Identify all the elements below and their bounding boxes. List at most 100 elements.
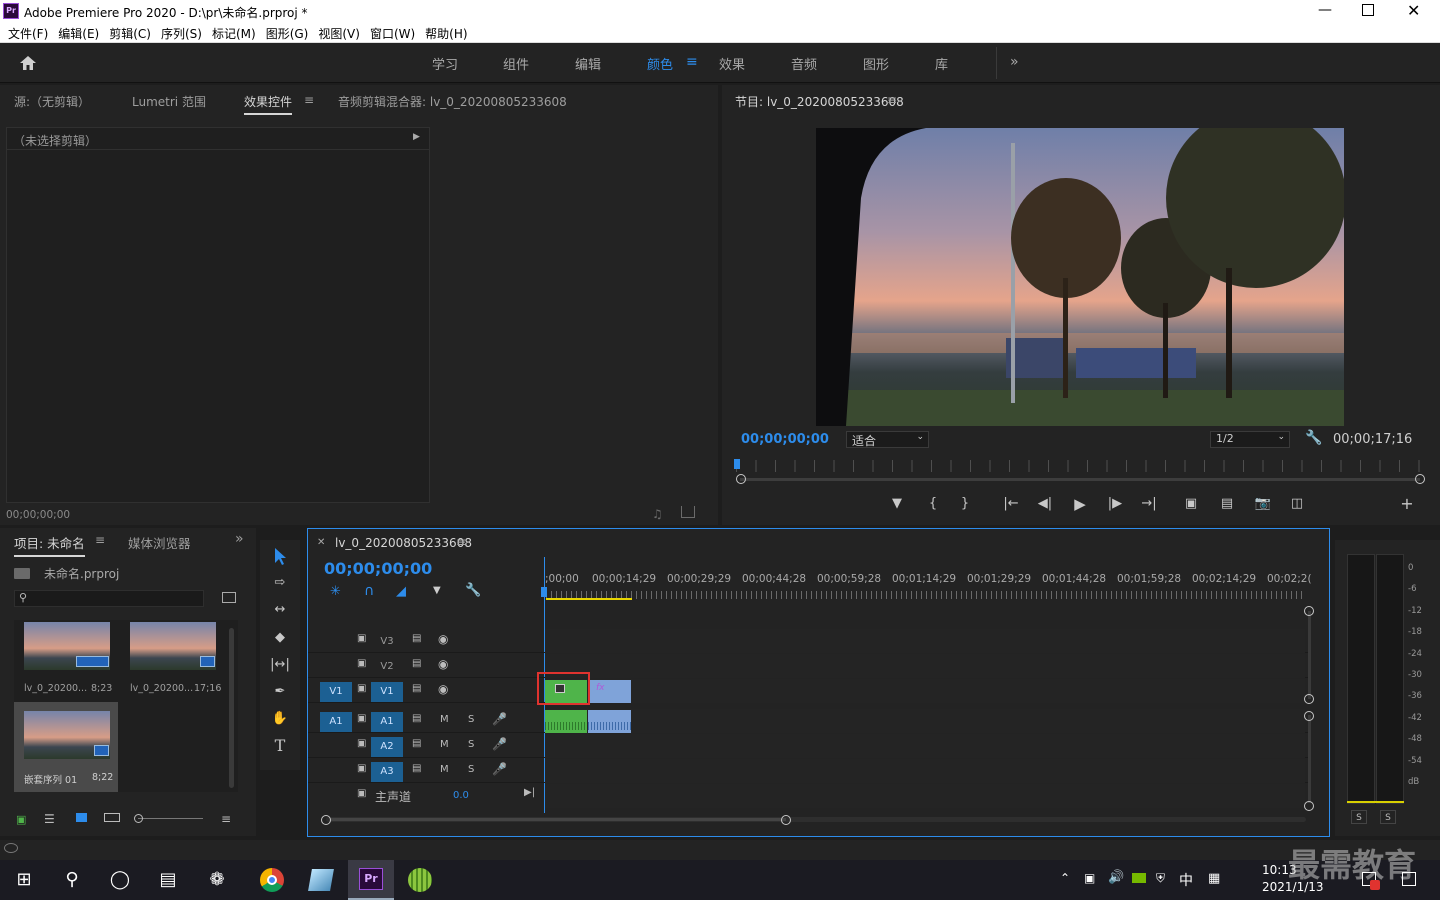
zoom-scrollbar[interactable] (740, 478, 1420, 481)
windows-start-icon[interactable]: ⊞ (10, 868, 38, 892)
microphone-icon[interactable]: 🎤 (492, 762, 507, 776)
ripple-edit-tool-icon[interactable]: ↔ (270, 601, 290, 619)
playhead-marker[interactable] (734, 459, 740, 469)
menu-view[interactable]: 视图(V) (313, 22, 365, 42)
sort-icon[interactable]: ≡ (221, 812, 231, 826)
project-item-clip-1[interactable]: lv_0_20200... 8;23 (16, 622, 116, 702)
track-lock-icon[interactable]: ▣ (357, 713, 366, 724)
linked-selection-icon[interactable]: ◢ (396, 584, 406, 599)
close-sequence-icon[interactable]: ✕ (317, 537, 325, 548)
play-icon[interactable]: ▶ (1070, 495, 1090, 513)
search-icon[interactable]: ⚲ (58, 868, 86, 892)
track-name-a2[interactable]: A2 (371, 737, 403, 757)
menu-help[interactable]: 帮助(H) (420, 22, 472, 42)
step-forward-icon[interactable]: |▶ (1105, 495, 1125, 513)
mute-button[interactable]: M (440, 714, 449, 725)
scroll-handle[interactable] (1304, 801, 1314, 811)
freeform-view-icon[interactable] (104, 813, 120, 822)
step-back-icon[interactable]: ◀| (1035, 495, 1055, 513)
project-item-clip-2[interactable]: lv_0_20200... 17;16 (122, 622, 222, 702)
work-area-bar[interactable] (546, 598, 632, 600)
notepad-app-icon[interactable] (308, 869, 334, 891)
audio-track-scroll[interactable] (1308, 715, 1311, 803)
mark-in-icon[interactable]: { (923, 495, 943, 513)
microphone-icon[interactable]: 🎤 (492, 712, 507, 726)
snap-icon[interactable]: ∩ (364, 583, 374, 599)
video-track-scroll[interactable] (1308, 611, 1311, 699)
minimize-icon[interactable]: — (1318, 0, 1332, 22)
sync-lock-icon[interactable]: ▤ (412, 738, 421, 749)
menu-graphics[interactable]: 图形(G) (261, 22, 314, 42)
video-clip[interactable]: fx (588, 680, 631, 703)
panel-menu-icon[interactable]: ≡ (304, 93, 314, 107)
nest-toggle-icon[interactable]: ✳ (330, 584, 341, 599)
track-name-v3[interactable]: V3 (371, 632, 403, 652)
go-to-in-icon[interactable]: |← (1001, 495, 1021, 513)
scroll-handle[interactable] (1304, 711, 1314, 721)
comparison-view-icon[interactable]: ◫ (1287, 495, 1307, 513)
add-marker-icon[interactable]: ▼ (887, 495, 907, 513)
audio-clip-nested[interactable] (545, 710, 587, 733)
volume-icon[interactable]: 🔊 (1108, 870, 1124, 885)
program-time-ruler[interactable] (736, 460, 1426, 472)
microphone-icon[interactable]: 🎤 (492, 737, 507, 751)
pinwheel-app-icon[interactable]: ❁ (203, 868, 231, 892)
close-icon[interactable]: ✕ (1407, 0, 1420, 22)
track-lane[interactable] (545, 629, 1305, 653)
workspace-assembly[interactable]: 组件 (503, 54, 529, 73)
scroll-handle[interactable] (1304, 606, 1314, 616)
zoom-slider-knob[interactable] (134, 814, 143, 823)
eye-icon[interactable]: ◉ (438, 657, 448, 671)
eye-icon[interactable]: ◉ (438, 682, 448, 696)
go-to-out-icon[interactable]: →| (1139, 495, 1159, 513)
menu-edit[interactable]: 编辑(E) (53, 22, 104, 42)
extract-icon[interactable]: ▤ (1217, 495, 1237, 513)
hand-tool-icon[interactable]: ✋ (270, 710, 290, 728)
sync-lock-icon[interactable]: ▤ (412, 633, 421, 644)
resolution-dropdown[interactable]: 1/2 ⌄ (1210, 431, 1290, 448)
keyboard-icon[interactable]: ▦ (1208, 871, 1220, 886)
menu-window[interactable]: 窗口(W) (365, 22, 420, 42)
tray-chevron-icon[interactable]: ⌃ (1060, 871, 1070, 885)
menu-file[interactable]: 文件(F) (3, 22, 53, 42)
eye-icon[interactable]: ◉ (438, 632, 448, 646)
sync-lock-icon[interactable]: ▤ (412, 763, 421, 774)
workspace-effects[interactable]: 效果 (719, 54, 745, 73)
list-view-icon[interactable]: ☰ (44, 812, 55, 826)
selection-tool-icon[interactable] (270, 546, 290, 566)
sync-lock-icon[interactable]: ▤ (412, 713, 421, 724)
mute-button[interactable]: M (440, 739, 449, 750)
project-search-input[interactable]: ⚲ (14, 590, 204, 607)
premiere-taskbar-item[interactable]: Pr (348, 860, 394, 900)
wrench-icon[interactable]: 🔧 (1305, 430, 1322, 446)
cortana-icon[interactable]: ◯ (106, 868, 134, 892)
audio-only-icon[interactable]: ♫ (652, 507, 663, 521)
solo-left-button[interactable]: S (1351, 810, 1367, 824)
slip-tool-icon[interactable]: |↔| (270, 656, 290, 674)
track-lock-icon[interactable]: ▣ (357, 738, 366, 749)
solo-button[interactable]: S (468, 714, 474, 725)
program-menu-icon[interactable]: ≡ (887, 93, 897, 107)
track-name-a1[interactable]: A1 (371, 712, 403, 732)
sequence-tab[interactable]: lv_0_20200805233608 (335, 536, 472, 550)
go-to-end-icon[interactable]: ▶| (524, 787, 535, 798)
tab-media-browser[interactable]: 媒体浏览器 (128, 533, 191, 552)
workspace-menu-icon[interactable]: ≡ (686, 54, 698, 70)
pen-tool-icon[interactable]: ✒ (270, 683, 290, 701)
add-marker-icon[interactable]: ▼ (433, 585, 441, 596)
workspace-audio[interactable]: 音频 (791, 54, 817, 73)
ime-indicator[interactable]: 中 (1179, 870, 1193, 890)
time-ruler[interactable] (546, 591, 1306, 599)
fit-dropdown[interactable]: 适合 ⌄ (846, 431, 929, 448)
source-patch-a1[interactable]: A1 (320, 712, 352, 732)
mute-button[interactable]: M (440, 764, 449, 775)
source-patch-v1[interactable]: V1 (320, 682, 352, 702)
track-lane[interactable] (545, 734, 1305, 758)
icon-view-icon[interactable] (76, 813, 87, 822)
chrome-icon[interactable] (260, 868, 284, 892)
export-icon[interactable] (681, 506, 695, 518)
mark-out-icon[interactable]: } (955, 495, 975, 513)
master-volume-value[interactable]: 0.0 (453, 790, 469, 801)
workspace-overflow-icon[interactable]: » (1010, 54, 1019, 70)
scroll-handle[interactable] (781, 815, 791, 825)
